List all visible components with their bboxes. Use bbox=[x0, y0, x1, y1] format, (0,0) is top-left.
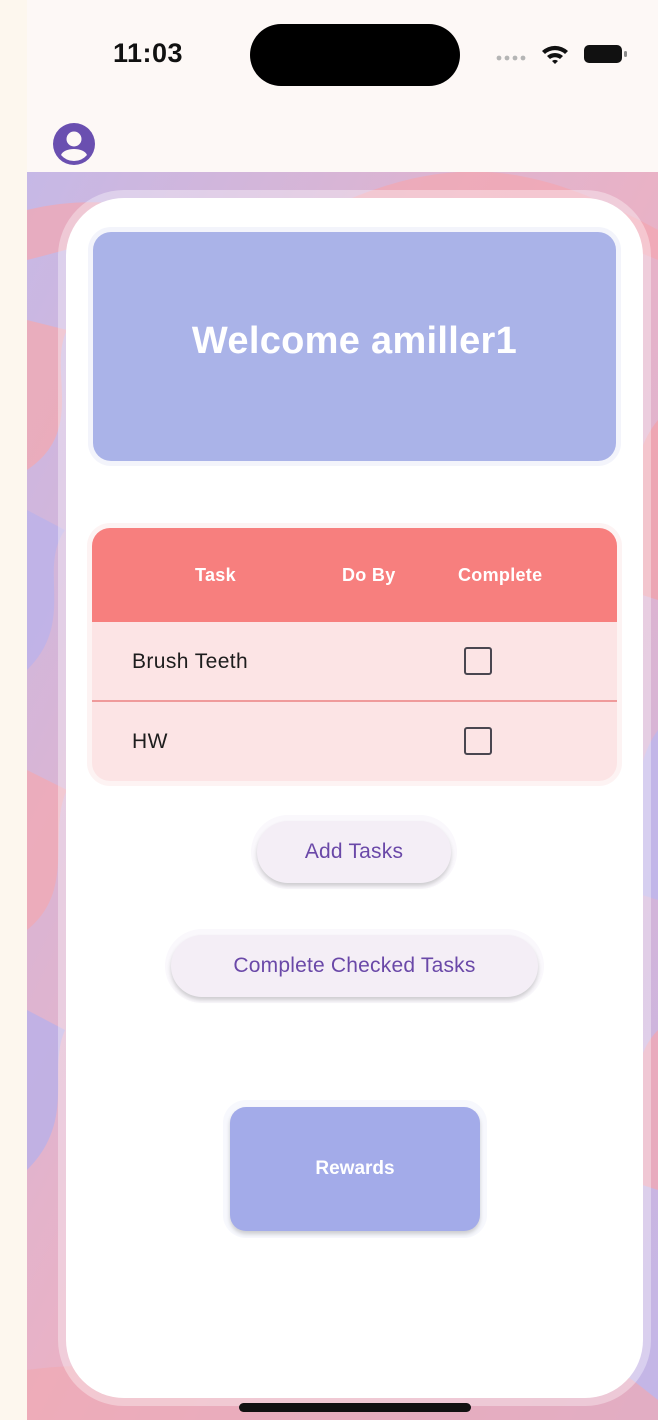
column-header-complete: Complete bbox=[458, 565, 543, 585]
phone-screen: 11:03 Welcome amiller1 Task Do By Comple… bbox=[27, 0, 658, 1420]
add-tasks-button[interactable]: Add Tasks bbox=[257, 821, 451, 883]
complete-checked-tasks-button[interactable]: Complete Checked Tasks bbox=[171, 935, 538, 997]
task-name: HW bbox=[132, 730, 168, 753]
welcome-banner: Welcome amiller1 bbox=[93, 232, 616, 461]
main-card: Welcome amiller1 Task Do By Complete Bru… bbox=[66, 198, 643, 1398]
task-table: Task Do By Complete Brush Teeth HW bbox=[92, 528, 617, 781]
wifi-icon bbox=[542, 45, 568, 64]
app-bar: 11:03 bbox=[27, 0, 658, 172]
column-header-task: Task bbox=[195, 565, 236, 585]
account-circle-icon[interactable] bbox=[52, 122, 96, 166]
complete-checkbox[interactable] bbox=[464, 647, 492, 675]
table-row: HW bbox=[92, 702, 617, 780]
dynamic-island bbox=[250, 24, 460, 86]
column-header-do-by: Do By bbox=[342, 565, 396, 585]
status-time: 11:03 bbox=[113, 38, 184, 68]
complete-checkbox[interactable] bbox=[464, 727, 492, 755]
task-name: Brush Teeth bbox=[132, 650, 249, 673]
rewards-button[interactable]: Rewards bbox=[230, 1107, 480, 1231]
table-row: Brush Teeth bbox=[92, 622, 617, 700]
cellular-signal-icon bbox=[496, 55, 526, 61]
table-header: Task Do By Complete bbox=[92, 528, 617, 622]
welcome-text: Welcome amiller1 bbox=[191, 320, 518, 362]
home-indicator bbox=[239, 1403, 471, 1412]
battery-icon bbox=[584, 45, 627, 63]
